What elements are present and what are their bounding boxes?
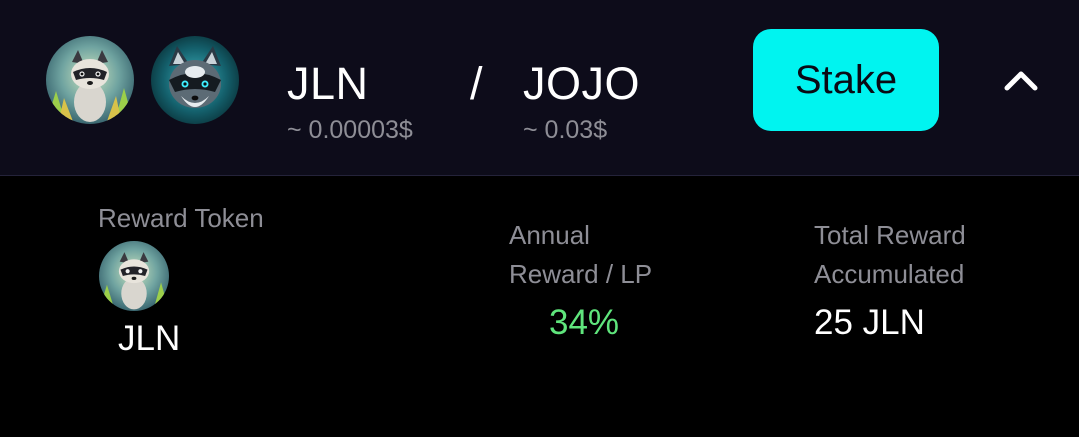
pool-header: JLN / JOJO ~ 0.00003$ ~ 0.03$ Stake — [0, 0, 1079, 176]
token-b-symbol: JOJO — [523, 58, 641, 109]
annual-reward-value: 34% — [549, 303, 620, 342]
reward-token-label: Reward Token — [98, 203, 264, 233]
pair-separator: / — [470, 58, 483, 109]
token-a-price: ~ 0.00003$ — [287, 116, 413, 144]
reward-token-symbol: JLN — [118, 319, 181, 358]
token-a-symbol: JLN — [287, 58, 369, 109]
stake-button[interactable]: Stake — [753, 29, 939, 131]
total-reward-label: Total Reward Accumulated — [814, 220, 966, 289]
reward-token-icon — [99, 241, 169, 311]
chevron-up-icon[interactable] — [997, 58, 1045, 102]
raccoon-jln-icon — [46, 36, 134, 124]
pool-card: JLN / JOJO ~ 0.00003$ ~ 0.03$ Stake Rewa… — [0, 0, 1079, 437]
annual-reward-label: Annual Reward / LP — [509, 220, 653, 289]
total-reward-value: 25 JLN — [814, 303, 925, 342]
raccoon-jojo-icon — [151, 36, 239, 124]
token-b-price: ~ 0.03$ — [523, 116, 608, 144]
